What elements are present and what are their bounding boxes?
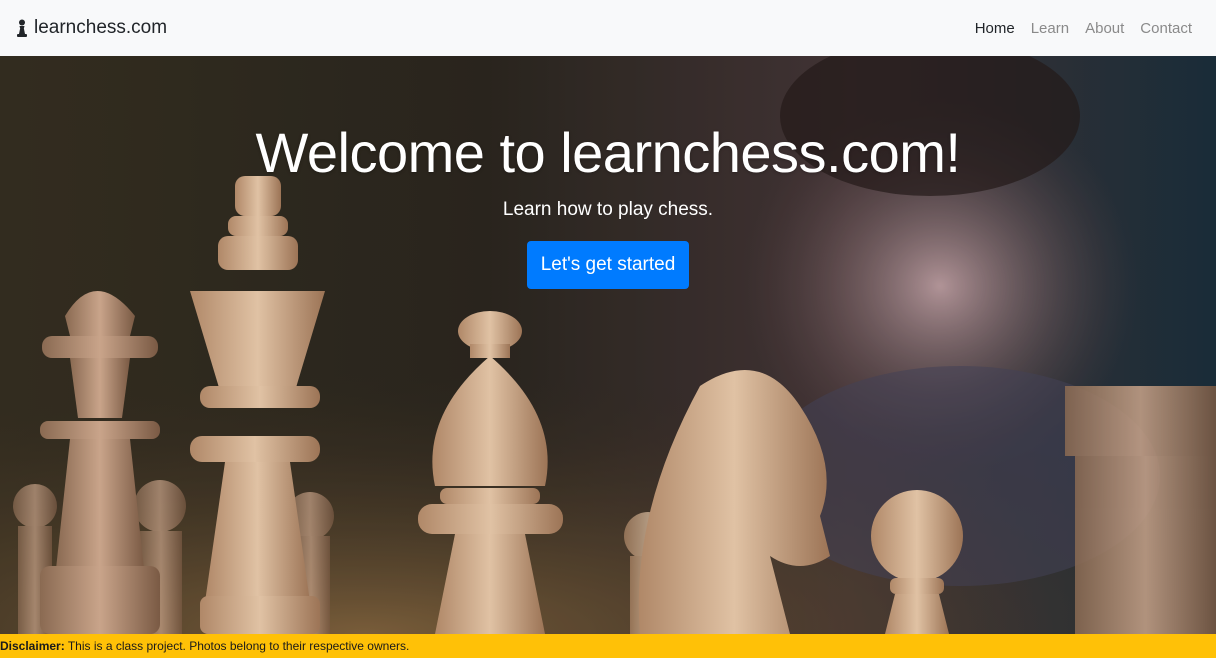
brand-label: learnchess.com — [34, 17, 168, 38]
get-started-button[interactable]: Let's get started — [527, 241, 689, 289]
nav-links: Home Learn About Contact — [967, 20, 1200, 37]
navbar: learnchess.com Home Learn About Contact — [0, 0, 1216, 56]
hero-section: Welcome to learnchess.com! Learn how to … — [0, 56, 1216, 634]
disclaimer-text: This is a class project. Photos belong t… — [64, 639, 410, 653]
hero-title: Welcome to learnchess.com! — [255, 121, 961, 184]
nav-learn-link[interactable]: Learn — [1023, 20, 1077, 37]
hero-subtitle: Learn how to play chess. — [502, 199, 714, 220]
nav-about-link[interactable]: About — [1077, 20, 1132, 37]
disclaimer-bar: Disclaimer: This is a class project. Pho… — [0, 634, 1216, 658]
pawn-icon — [17, 19, 27, 37]
nav-contact-link[interactable]: Contact — [1132, 20, 1200, 37]
nav-home-link[interactable]: Home — [967, 20, 1023, 37]
disclaimer-label: Disclaimer: — [0, 639, 65, 653]
brand-link[interactable]: learnchess.com — [16, 17, 167, 39]
